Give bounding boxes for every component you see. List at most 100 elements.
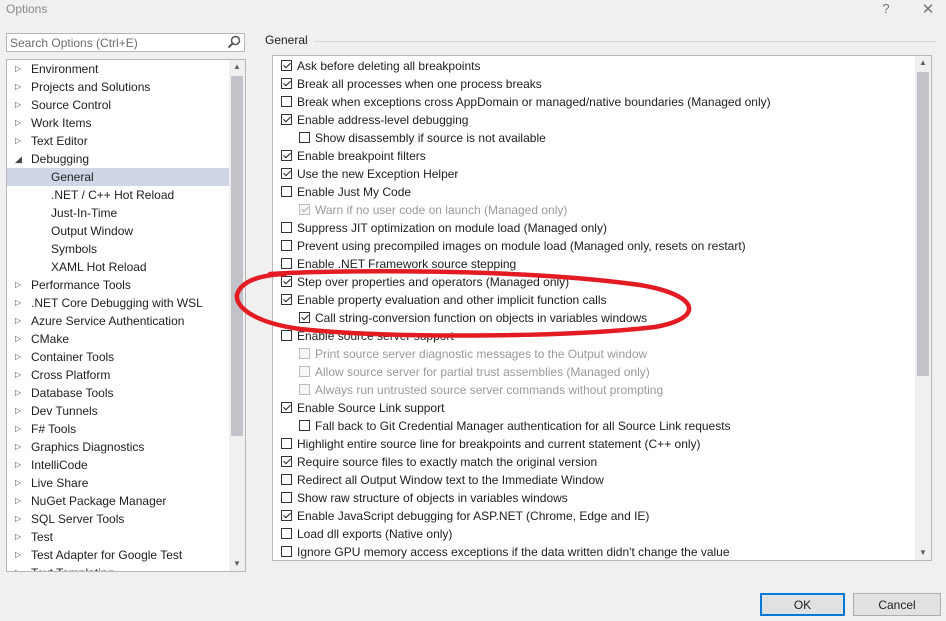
option-checkbox[interactable] — [281, 510, 292, 521]
tree-item[interactable]: ▷ Test Adapter for Google Test — [7, 546, 229, 564]
tree-item[interactable]: ▷ Source Control — [7, 96, 229, 114]
option-checkbox[interactable] — [281, 186, 292, 197]
search-input[interactable] — [10, 35, 220, 50]
tree-item[interactable]: ▷ F# Tools — [7, 420, 229, 438]
expanded-arrow-icon[interactable]: ◢ — [15, 150, 25, 168]
option-checkbox[interactable] — [281, 60, 292, 71]
tree-item[interactable]: ◢ Debugging — [7, 150, 229, 168]
tree-item[interactable]: ▷ Performance Tools — [7, 276, 229, 294]
option-checkbox[interactable] — [281, 474, 292, 485]
option-label: Always run untrusted source server comma… — [315, 383, 664, 397]
option-checkbox[interactable] — [299, 312, 310, 323]
option-checkbox[interactable] — [281, 258, 292, 269]
tree-item[interactable]: Symbols — [7, 240, 229, 258]
option-checkbox[interactable] — [281, 402, 292, 413]
options-tree: ▷ Environment ▷ Projects and Solutions ▷ Sour… — [6, 59, 246, 572]
collapsed-arrow-icon[interactable]: ▷ — [15, 96, 25, 114]
collapsed-arrow-icon[interactable]: ▷ — [15, 564, 25, 571]
collapsed-arrow-icon[interactable]: ▷ — [15, 132, 25, 150]
option-checkbox[interactable] — [281, 276, 292, 287]
tree-item[interactable]: .NET / C++ Hot Reload — [7, 186, 229, 204]
option-checkbox[interactable] — [281, 114, 292, 125]
collapsed-arrow-icon[interactable]: ▷ — [15, 312, 25, 330]
option-checkbox[interactable] — [281, 528, 292, 539]
tree-item[interactable]: ▷ Test — [7, 528, 229, 546]
close-button[interactable]: ✕ — [916, 0, 940, 20]
tree-item[interactable]: ▷ SQL Server Tools — [7, 510, 229, 528]
tree-item[interactable]: ▷ Environment — [7, 60, 229, 78]
tree-item[interactable]: ▷ Live Share — [7, 474, 229, 492]
option-checkbox[interactable] — [281, 492, 292, 503]
tree-item[interactable]: Just-In-Time — [7, 204, 229, 222]
tree-item[interactable]: General — [7, 168, 229, 186]
tree-item[interactable]: ▷ Work Items — [7, 114, 229, 132]
tree-item-label: Live Share — [31, 476, 89, 490]
scroll-down-arrow-icon[interactable]: ▼ — [229, 557, 245, 571]
tree-item-label: Cross Platform — [31, 368, 111, 382]
collapsed-arrow-icon[interactable]: ▷ — [15, 402, 25, 420]
collapsed-arrow-icon[interactable]: ▷ — [15, 456, 25, 474]
tree-item[interactable]: ▷ Database Tools — [7, 384, 229, 402]
option-checkbox[interactable] — [281, 456, 292, 467]
option-checkbox[interactable] — [281, 240, 292, 251]
tree-item[interactable]: ▷ Azure Service Authentication — [7, 312, 229, 330]
ok-button[interactable]: OK — [760, 593, 845, 616]
collapsed-arrow-icon[interactable]: ▷ — [15, 60, 25, 78]
collapsed-arrow-icon[interactable]: ▷ — [15, 510, 25, 528]
search-icon[interactable] — [227, 35, 241, 49]
tree-item[interactable]: ▷ IntelliCode — [7, 456, 229, 474]
option-checkbox[interactable] — [281, 222, 292, 233]
collapsed-arrow-icon[interactable]: ▷ — [15, 78, 25, 96]
collapsed-arrow-icon[interactable]: ▷ — [15, 492, 25, 510]
option-label: Enable .NET Framework source stepping — [297, 257, 517, 271]
option-checkbox[interactable] — [299, 132, 310, 143]
tree-scrollbar[interactable]: ▲ ▼ — [229, 60, 245, 571]
tree-item[interactable]: XAML Hot Reload — [7, 258, 229, 276]
options-scrollbar-thumb[interactable] — [917, 72, 929, 376]
tree-item[interactable]: ▷ Graphics Diagnostics — [7, 438, 229, 456]
option-checkbox[interactable] — [281, 150, 292, 161]
collapsed-arrow-icon[interactable]: ▷ — [15, 438, 25, 456]
options-scrollbar[interactable]: ▲ ▼ — [915, 56, 931, 560]
collapsed-arrow-icon[interactable]: ▷ — [15, 420, 25, 438]
collapsed-arrow-icon[interactable]: ▷ — [15, 528, 25, 546]
tree-item[interactable]: ▷ Cross Platform — [7, 366, 229, 384]
tree-item[interactable]: ▷ Text Templating — [7, 564, 229, 571]
scroll-up-arrow-icon[interactable]: ▲ — [229, 60, 245, 74]
option-label: Ignore GPU memory access exceptions if t… — [297, 545, 730, 559]
collapsed-arrow-icon[interactable]: ▷ — [15, 276, 25, 294]
option-checkbox[interactable] — [281, 330, 292, 341]
collapsed-arrow-icon[interactable]: ▷ — [15, 330, 25, 348]
option-checkbox[interactable] — [281, 168, 292, 179]
tree-item[interactable]: ▷ NuGet Package Manager — [7, 492, 229, 510]
collapsed-arrow-icon[interactable]: ▷ — [15, 546, 25, 564]
option-label: Call string-conversion function on objec… — [315, 311, 648, 325]
tree-item[interactable]: ▷ .NET Core Debugging with WSL — [7, 294, 229, 312]
help-button[interactable]: ? — [878, 1, 894, 19]
option-checkbox[interactable] — [281, 78, 292, 89]
cancel-button[interactable]: Cancel — [853, 593, 941, 616]
tree-scrollbar-thumb[interactable] — [231, 76, 243, 436]
option-label: Break all processes when one process bre… — [297, 77, 542, 91]
tree-item[interactable]: ▷ Container Tools — [7, 348, 229, 366]
tree-item-label: IntelliCode — [31, 458, 88, 472]
tree-item[interactable]: ▷ Text Editor — [7, 132, 229, 150]
collapsed-arrow-icon[interactable]: ▷ — [15, 366, 25, 384]
option-checkbox[interactable] — [281, 438, 292, 449]
tree-item[interactable]: ▷ Projects and Solutions — [7, 78, 229, 96]
collapsed-arrow-icon[interactable]: ▷ — [15, 384, 25, 402]
collapsed-arrow-icon[interactable]: ▷ — [15, 114, 25, 132]
option-checkbox[interactable] — [281, 294, 292, 305]
scroll-up-arrow-icon[interactable]: ▲ — [915, 56, 931, 70]
tree-item[interactable]: Output Window — [7, 222, 229, 240]
option-checkbox[interactable] — [281, 96, 292, 107]
search-box[interactable] — [6, 33, 245, 52]
collapsed-arrow-icon[interactable]: ▷ — [15, 474, 25, 492]
scroll-down-arrow-icon[interactable]: ▼ — [915, 546, 931, 560]
collapsed-arrow-icon[interactable]: ▷ — [15, 348, 25, 366]
tree-item[interactable]: ▷ Dev Tunnels — [7, 402, 229, 420]
option-checkbox[interactable] — [281, 546, 292, 557]
tree-item[interactable]: ▷ CMake — [7, 330, 229, 348]
collapsed-arrow-icon[interactable]: ▷ — [15, 294, 25, 312]
option-checkbox[interactable] — [299, 420, 310, 431]
